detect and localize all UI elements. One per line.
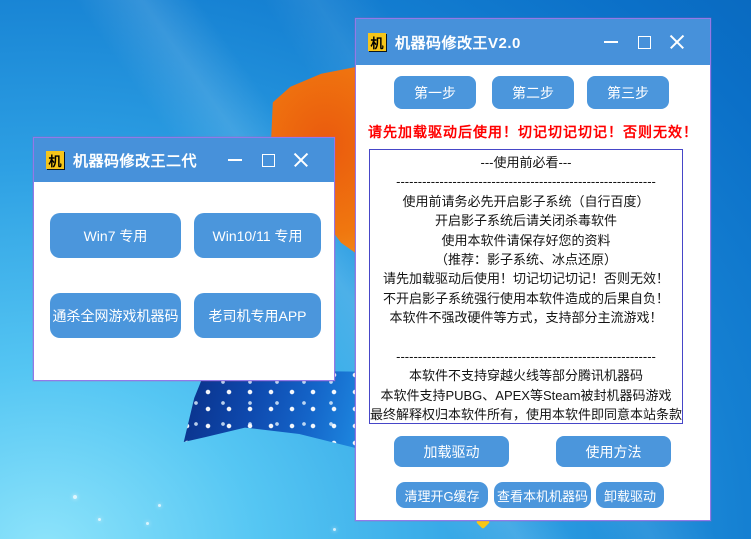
- minimize-icon: [604, 41, 618, 43]
- step1-button[interactable]: 第一步: [394, 76, 476, 109]
- app-icon: 机: [368, 33, 386, 51]
- win10-11-button[interactable]: Win10/11 专用: [194, 213, 321, 258]
- notice-line: 本软件不支持穿越火线等部分腾讯机器码: [370, 366, 682, 385]
- notice-line: 本软件支持PUBG、APEX等Steam被封机器码游戏: [370, 386, 682, 405]
- maximize-button[interactable]: [635, 33, 653, 51]
- titlebar[interactable]: 机 机器码修改王二代: [34, 138, 334, 182]
- win7-button[interactable]: Win7 专用: [50, 213, 181, 258]
- wallpaper-sparkle: [333, 528, 336, 531]
- clear-cache-button[interactable]: 清理开G缓存: [396, 482, 488, 508]
- window-machine-code-gen2: 机 机器码修改王二代 Win7 专用 Win10/11 专用 通杀全网游戏机器码…: [33, 137, 335, 381]
- notice-line: ----------------------------------------…: [370, 172, 682, 191]
- view-machine-code-button[interactable]: 查看本机机器码: [494, 482, 591, 508]
- maximize-icon: [262, 154, 275, 167]
- veteran-app-button[interactable]: 老司机专用APP: [194, 293, 321, 338]
- window-machine-code-v2: 机 机器码修改王V2.0 第一步 第二步 第三步 请先加载驱动后使用！切记切记切…: [355, 18, 711, 521]
- step2-button[interactable]: 第二步: [492, 76, 574, 109]
- notice-line: 使用前请务必先开启影子系统（自行百度）: [370, 192, 682, 211]
- minimize-icon: [228, 159, 242, 161]
- close-icon: [669, 34, 685, 50]
- maximize-button[interactable]: [259, 151, 277, 169]
- close-button[interactable]: [292, 151, 310, 169]
- notice-line: ----------------------------------------…: [370, 347, 682, 366]
- notice-line: （推荐：影子系统、冰点还原）: [370, 250, 682, 269]
- wallpaper-sparkle: [73, 495, 77, 499]
- maximize-icon: [638, 36, 651, 49]
- unload-driver-button[interactable]: 卸载驱动: [596, 482, 664, 508]
- load-driver-button[interactable]: 加载驱动: [394, 436, 509, 467]
- notice-line: 最终解释权归本软件所有，使用本软件即同意本站条款: [370, 405, 682, 424]
- window-title: 机器码修改王V2.0: [395, 32, 521, 53]
- notice-line: 使用本软件请保存好您的资料: [370, 231, 682, 250]
- notice-line: 请先加载驱动后使用！切记切记切记！否则无效！: [370, 269, 682, 288]
- wallpaper-sparkle: [98, 518, 101, 521]
- minimize-button[interactable]: [226, 151, 244, 169]
- close-button[interactable]: [668, 33, 686, 51]
- wallpaper-sparkle: [146, 522, 149, 525]
- notice-line: 开启影子系统后请关闭杀毒软件: [370, 211, 682, 230]
- all-games-machine-code-button[interactable]: 通杀全网游戏机器码: [50, 293, 181, 338]
- notice-line: ---使用前必看---: [370, 153, 682, 172]
- wallpaper-sparkle: [158, 504, 161, 507]
- step3-button[interactable]: 第三步: [587, 76, 669, 109]
- titlebar[interactable]: 机 机器码修改王V2.0: [356, 19, 710, 65]
- notice-line: [370, 328, 682, 347]
- driver-warning-text: 请先加载驱动后使用！切记切记切记！否则无效！: [356, 122, 710, 142]
- usage-method-button[interactable]: 使用方法: [556, 436, 671, 467]
- window-title: 机器码修改王二代: [73, 150, 197, 171]
- notice-line: 本软件不强改硬件等方式，支持部分主流游戏！: [370, 308, 682, 327]
- app-icon: 机: [46, 151, 64, 169]
- usage-notice-box: ---使用前必看--- ----------------------------…: [369, 149, 683, 424]
- notice-line: 不开启影子系统强行使用本软件造成的后果自负！: [370, 289, 682, 308]
- close-icon: [293, 152, 309, 168]
- minimize-button[interactable]: [602, 33, 620, 51]
